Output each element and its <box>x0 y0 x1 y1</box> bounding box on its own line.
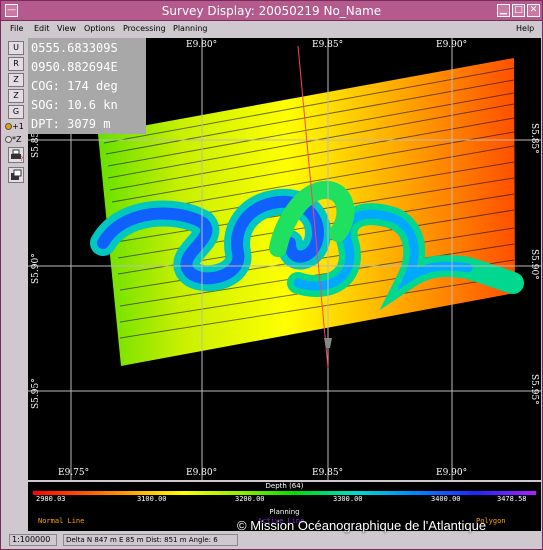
scale-field: 1:100000 <box>9 534 57 546</box>
menu-planning[interactable]: Planning <box>173 24 207 33</box>
close-button[interactable]: ✕ <box>527 4 540 17</box>
minimize-icon: ▁ <box>500 5 507 15</box>
menu-processing[interactable]: Processing <box>123 24 166 33</box>
menu-help[interactable]: Help <box>516 24 534 33</box>
depth-color-bar <box>33 491 536 495</box>
window-title: Survey Display: 20050219 No_Name <box>161 4 382 18</box>
sog-readout: SOG: 10.6 kn <box>31 98 118 112</box>
lon-label-bottom-4: E9.90° <box>436 468 467 478</box>
navigation-info-panel: 0555.683309S 0950.882694E COG: 174 deg S… <box>28 38 146 134</box>
lon-label-top-3: E9.90° <box>436 40 467 50</box>
ship-marker <box>324 338 332 348</box>
lon-label-top-2: E9.85° <box>312 40 343 50</box>
menu-file[interactable]: File <box>10 24 23 33</box>
depth-tick-4: 3300.00 <box>333 495 363 503</box>
copyright-watermark: © Mission Océanographique de l'Atlantiqu… <box>237 518 487 533</box>
radio-plus1-label: +1 <box>12 122 24 131</box>
radio-z[interactable]: *Z <box>5 135 21 144</box>
lon-label-bottom-3: E9.85° <box>312 468 343 478</box>
depth-legend-title: Depth (64) <box>265 482 304 490</box>
lon-label-bottom-2: E9.80° <box>186 468 217 478</box>
title-bar[interactable]: — Survey Display: 20050219 No_Name ▁ □ ✕ <box>1 1 542 21</box>
depth-tick-6: 3478.58 <box>497 495 527 503</box>
toolbar-zoom-out-button[interactable]: Z <box>8 89 24 103</box>
maximize-button[interactable]: □ <box>512 4 525 17</box>
depth-tick-1: 2980.03 <box>36 495 66 503</box>
survey-display-window: — Survey Display: 20050219 No_Name ▁ □ ✕… <box>0 0 543 550</box>
menu-options[interactable]: Options <box>84 24 115 33</box>
lat-label-left-3: S5.95° <box>31 378 41 409</box>
menu-bar: File Edit View Options Processing Planni… <box>1 22 542 37</box>
maximize-icon: □ <box>514 5 523 15</box>
radio-on-icon <box>5 123 12 130</box>
status-bar: 1:100000 Delta N 847 m E 85 m Dist: 851 … <box>1 532 542 549</box>
minimize-button[interactable]: ▁ <box>497 4 510 17</box>
lat-label-right-1: S5.85° <box>529 123 539 154</box>
menu-edit[interactable]: Edit <box>34 24 50 33</box>
lat-label-left-2: S5.90° <box>31 253 41 284</box>
print-icon[interactable]: ? <box>8 147 24 163</box>
radio-z-label: *Z <box>12 135 22 144</box>
toolbar-u-button[interactable]: U <box>8 41 24 55</box>
latitude-readout: 0555.683309S <box>31 41 118 55</box>
planning-legend-title: Planning <box>269 508 300 516</box>
depth-tick-3: 3200.00 <box>235 495 265 503</box>
toolbar-r-button[interactable]: R <box>8 57 24 71</box>
depth-readout: DPT: 3079 m <box>31 117 111 131</box>
depth-tick-2: 3100.00 <box>137 495 167 503</box>
toolbar-grid-button[interactable]: G <box>8 105 24 119</box>
radio-plus1[interactable]: +1 <box>5 122 24 131</box>
radio-off-icon <box>5 136 12 143</box>
close-icon: ✕ <box>529 5 538 15</box>
windows-icon[interactable] <box>8 167 24 183</box>
normal-line-legend: Normal Line <box>38 517 85 525</box>
toolbar-zoom-button[interactable]: Z <box>8 73 24 87</box>
menu-view[interactable]: View <box>57 24 76 33</box>
lat-label-right-2: S5.90° <box>529 249 539 280</box>
longitude-readout: 0950.882694E <box>31 60 118 74</box>
depth-tick-5: 3400.00 <box>431 495 461 503</box>
svg-text:?: ? <box>20 156 23 162</box>
delta-readout: Delta N 847 m E 85 m Dist: 851 m Angle: … <box>63 534 238 546</box>
lat-label-right-3: S5.95° <box>529 374 539 405</box>
lon-label-bottom-1: E9.75° <box>58 468 89 478</box>
cog-readout: COG: 174 deg <box>31 79 118 93</box>
lon-label-top-1: E9.80° <box>186 40 217 50</box>
